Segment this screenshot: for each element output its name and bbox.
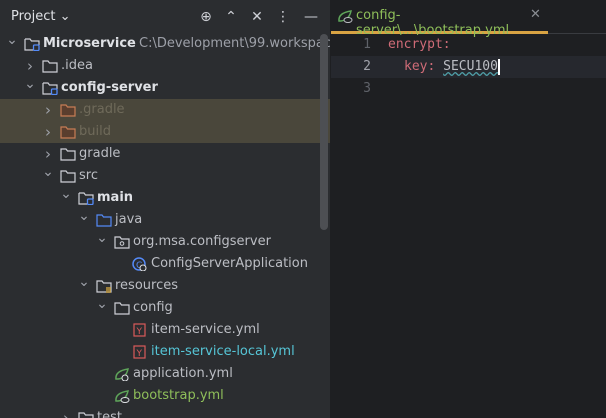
tree-item-label: src <box>79 168 98 183</box>
tree-item-label: build <box>79 124 111 139</box>
spring-cloud-icon <box>338 10 353 23</box>
chevron-down-icon[interactable]: ⌄ <box>78 271 90 293</box>
chevron-right-icon[interactable]: › <box>42 121 54 143</box>
chevron-down-icon[interactable]: ⌄ <box>96 293 108 315</box>
svg-text:Y: Y <box>136 327 143 337</box>
folder-icon <box>60 169 76 183</box>
package-icon <box>114 235 130 249</box>
tree-item[interactable]: ⌄ config <box>0 296 330 319</box>
tree-item[interactable]: ⌄ main <box>0 186 330 209</box>
module-icon <box>42 81 58 96</box>
tree-item-label: config <box>133 300 173 315</box>
line-number: 1 <box>363 37 371 52</box>
folder-icon <box>78 411 94 418</box>
expand-all-icon[interactable]: ⌃ <box>222 8 240 26</box>
chevron-down-icon[interactable]: ⌄ <box>60 183 72 205</box>
tree-item[interactable]: ⌄ config-server <box>0 76 330 99</box>
folder-source-icon <box>96 213 112 227</box>
svg-text:Y: Y <box>136 349 143 359</box>
chevron-right-icon[interactable]: › <box>42 99 54 121</box>
tree-item-label: config-server <box>61 80 158 95</box>
text-caret <box>497 58 500 75</box>
tree-item-label: item-service-local.yml <box>151 344 295 359</box>
collapse-all-icon[interactable]: ✕ <box>248 8 266 26</box>
tree-item-label: application.yml <box>133 366 233 381</box>
project-panel: Project ⌄ ⊕ ⌃ ✕ ⋮ — ⌄ Microservice C:\Deve… <box>0 0 330 418</box>
hide-icon[interactable]: — <box>302 8 320 26</box>
yaml-value: SECU100 <box>443 59 498 74</box>
yaml-icon: Y <box>132 323 148 337</box>
chevron-down-icon[interactable]: ⌄ <box>96 227 108 249</box>
folder-icon <box>60 147 76 161</box>
tree-scrollbar[interactable] <box>320 34 328 230</box>
close-tab-icon[interactable]: ✕ <box>530 7 541 22</box>
code-editor[interactable]: 1 2 3 encrypt: key: SECU100 <box>331 34 606 418</box>
chevron-down-icon[interactable]: ⌄ <box>78 205 90 227</box>
spring-config-icon <box>114 367 130 382</box>
tree-item[interactable]: application.yml <box>0 363 330 385</box>
tree-item[interactable]: ⌄ src <box>0 164 330 187</box>
folder-resources-icon <box>96 279 112 293</box>
tree-item-label: bootstrap.yml <box>133 388 224 403</box>
tree-item-label: resources <box>115 278 179 293</box>
locate-file-icon[interactable]: ⊕ <box>197 8 215 26</box>
tree-item[interactable]: ⌄ org.msa.configserver <box>0 230 330 253</box>
tree-item[interactable]: ⌄ resources <box>0 274 330 297</box>
chevron-right-icon[interactable]: › <box>60 407 72 418</box>
project-view-selector[interactable]: Project ⌄ <box>11 9 71 24</box>
tree-item[interactable]: › build <box>0 121 330 143</box>
code-line: key: SECU100 <box>404 56 500 78</box>
tree-item-label: .idea <box>61 58 93 73</box>
tree-item[interactable]: ⌄ Microservice C:\Development\99.workspace… <box>0 32 330 55</box>
tree-item-label: org.msa.configserver <box>133 234 271 249</box>
tree-item-label: gradle <box>79 146 121 161</box>
chevron-down-icon[interactable]: ⌄ <box>42 161 54 183</box>
tree-item-label: test <box>97 410 122 418</box>
folder-icon <box>42 59 58 73</box>
tree-item-label: java <box>115 212 143 227</box>
yaml-icon: Y <box>132 345 148 359</box>
tree-item[interactable]: › test <box>0 407 330 418</box>
tree-item[interactable]: bootstrap.yml <box>0 385 330 407</box>
tree-item-label: .gradle <box>79 102 125 117</box>
module-icon <box>78 191 94 206</box>
line-number: 3 <box>363 81 371 96</box>
tab-bootstrap-yml[interactable]: config-server\...\bootstrap.yml ✕ <box>331 0 548 38</box>
folder-excluded-icon <box>60 103 76 117</box>
tree-item[interactable]: › .idea <box>0 55 330 77</box>
tree-item-label: main <box>97 190 134 205</box>
project-path: C:\Development\99.workspace_ <box>139 36 330 51</box>
folder-excluded-icon <box>60 125 76 139</box>
yaml-key: key: <box>404 59 436 74</box>
tree-item[interactable]: Yitem-service.yml <box>0 319 330 341</box>
tree-item-label: Microservice <box>43 36 136 51</box>
folder-icon <box>114 301 130 315</box>
tree-item[interactable]: ⌄ java <box>0 208 330 231</box>
chevron-down-icon[interactable]: ⌄ <box>6 29 18 51</box>
module-icon <box>24 37 40 52</box>
editor-tabs: config-server\...\bootstrap.yml ✕ <box>331 0 606 38</box>
tree-item-label: item-service.yml <box>151 322 260 337</box>
tree-item-label: ConfigServerApplication <box>151 256 308 271</box>
spring-class-icon: C <box>132 257 148 272</box>
options-icon[interactable]: ⋮ <box>274 8 292 26</box>
chevron-down-icon[interactable]: ⌄ <box>24 73 36 95</box>
spring-cloud-icon <box>114 389 130 403</box>
line-number: 2 <box>363 59 371 74</box>
code-line: encrypt: <box>388 34 451 56</box>
tree-item[interactable]: Yitem-service-local.yml <box>0 341 330 363</box>
tree-item[interactable]: › .gradle <box>0 99 330 121</box>
tree-item[interactable]: C ConfigServerApplication <box>0 253 330 275</box>
yaml-key: encrypt: <box>388 37 451 52</box>
project-panel-header: Project ⌄ ⊕ ⌃ ✕ ⋮ — <box>0 0 330 34</box>
